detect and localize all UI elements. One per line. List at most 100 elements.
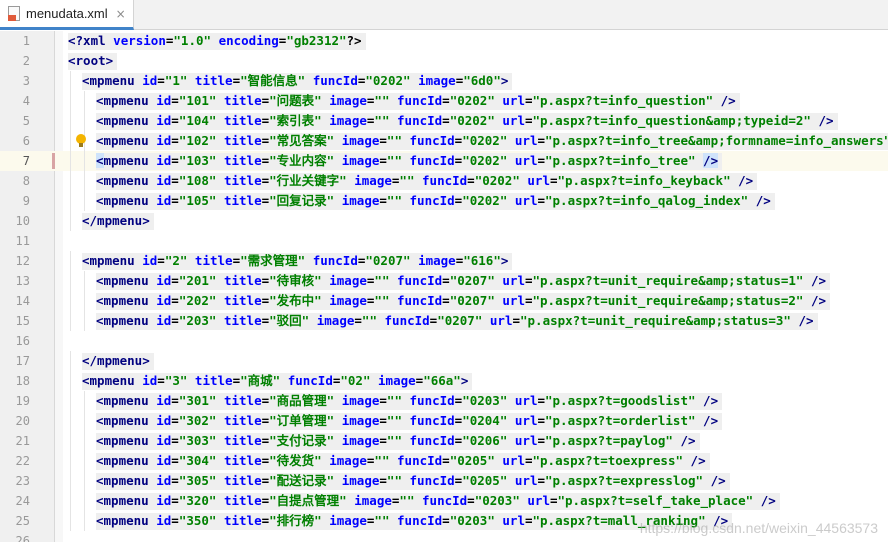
indent-guide bbox=[70, 291, 71, 311]
code-line[interactable]: 16 bbox=[0, 331, 888, 351]
indent-guide bbox=[70, 251, 71, 271]
code-line[interactable]: 24 <mpmenu id="320" title="自提点管理" image="… bbox=[0, 491, 888, 511]
line-number: 12 bbox=[15, 254, 30, 268]
line-number: 19 bbox=[15, 394, 30, 408]
indent-guide bbox=[84, 431, 85, 451]
code-text: <mpmenu id="104" title="索引表" image="" fu… bbox=[96, 113, 834, 128]
line-number: 9 bbox=[22, 194, 30, 208]
indent-guide bbox=[70, 311, 71, 331]
code-text: <mpmenu id="201" title="待审核" image="" fu… bbox=[96, 273, 827, 288]
change-marker bbox=[52, 153, 55, 169]
indent-guide bbox=[70, 91, 71, 111]
code-text: <root> bbox=[68, 53, 114, 68]
code-text: <mpmenu id="103" title="专业内容" image="" f… bbox=[96, 153, 719, 168]
line-number: 8 bbox=[22, 174, 30, 188]
code-line[interactable]: 19 <mpmenu id="301" title="商品管理" image=""… bbox=[0, 391, 888, 411]
code-line[interactable]: 8 <mpmenu id="108" title="行业关键字" image=""… bbox=[0, 171, 888, 191]
code-line[interactable]: 18 <mpmenu id="3" title="商城" funcId="02" … bbox=[0, 371, 888, 391]
indent-guide bbox=[84, 311, 85, 331]
indent-guide bbox=[84, 451, 85, 471]
indent-guide bbox=[70, 371, 71, 391]
code-line[interactable]: 7 <mpmenu id="103" title="专业内容" image="" … bbox=[0, 151, 888, 171]
code-line[interactable]: 22 <mpmenu id="304" title="待发货" image="" … bbox=[0, 451, 888, 471]
code-text: <?xml version="1.0" encoding="gb2312"?> bbox=[68, 33, 362, 48]
code-text: <mpmenu id="1" title="智能信息" funcId="0202… bbox=[82, 73, 509, 88]
lightbulb-icon[interactable] bbox=[76, 134, 86, 147]
code-line[interactable]: 21 <mpmenu id="303" title="支付记录" image=""… bbox=[0, 431, 888, 451]
line-number: 22 bbox=[15, 454, 30, 468]
code-line[interactable]: 20 <mpmenu id="302" title="订单管理" image=""… bbox=[0, 411, 888, 431]
indent-guide bbox=[84, 171, 85, 191]
line-number: 14 bbox=[15, 294, 30, 308]
indent-guide bbox=[70, 411, 71, 431]
code-text: <mpmenu id="3" title="商城" funcId="02" im… bbox=[82, 373, 469, 388]
code-line[interactable]: 9 <mpmenu id="105" title="回复记录" image="" … bbox=[0, 191, 888, 211]
indent-guide bbox=[84, 411, 85, 431]
code-text: <mpmenu id="301" title="商品管理" image="" f… bbox=[96, 393, 719, 408]
code-text: <mpmenu id="305" title="配送记录" image="" f… bbox=[96, 473, 726, 488]
code-text: <mpmenu id="320" title="自提点管理" image="" … bbox=[96, 493, 776, 508]
line-number: 16 bbox=[15, 334, 30, 348]
indent-guide bbox=[70, 391, 71, 411]
line-number: 13 bbox=[15, 274, 30, 288]
code-line[interactable]: 10 </mpmenu> bbox=[0, 211, 888, 231]
code-line[interactable]: 1 <?xml version="1.0" encoding="gb2312"?> bbox=[0, 31, 888, 51]
code-text: <mpmenu id="350" title="排行榜" image="" fu… bbox=[96, 513, 729, 528]
code-text: <mpmenu id="102" title="常见答案" image="" f… bbox=[96, 133, 888, 148]
indent-guide bbox=[70, 191, 71, 211]
line-number: 15 bbox=[15, 314, 30, 328]
indent-guide bbox=[84, 291, 85, 311]
indent-guide bbox=[84, 151, 85, 171]
code-text: <mpmenu id="108" title="行业关键字" image="" … bbox=[96, 173, 754, 188]
line-number: 20 bbox=[15, 414, 30, 428]
code-line[interactable]: 12 <mpmenu id="2" title="需求管理" funcId="02… bbox=[0, 251, 888, 271]
tab-filename: menudata.xml bbox=[26, 6, 108, 21]
code-text: <mpmenu id="203" title="驳回" image="" fun… bbox=[96, 313, 814, 328]
indent-guide bbox=[70, 111, 71, 131]
code-line[interactable]: 5 <mpmenu id="104" title="索引表" image="" f… bbox=[0, 111, 888, 131]
line-number: 10 bbox=[15, 214, 30, 228]
close-icon[interactable]: × bbox=[116, 7, 126, 21]
line-number: 18 bbox=[15, 374, 30, 388]
code-text: <mpmenu id="101" title="问题表" image="" fu… bbox=[96, 93, 736, 108]
indent-guide bbox=[70, 151, 71, 171]
indent-guide bbox=[70, 451, 71, 471]
code-text: <mpmenu id="302" title="订单管理" image="" f… bbox=[96, 413, 719, 428]
indent-guide bbox=[70, 211, 71, 231]
indent-guide bbox=[70, 271, 71, 291]
code-line[interactable]: 13 <mpmenu id="201" title="待审核" image="" … bbox=[0, 271, 888, 291]
indent-guide bbox=[84, 511, 85, 531]
code-line[interactable]: 2 <root> bbox=[0, 51, 888, 71]
code-line[interactable]: 15 <mpmenu id="203" title="驳回" image="" f… bbox=[0, 311, 888, 331]
line-number: 1 bbox=[22, 34, 30, 48]
tab-menudata-xml[interactable]: menudata.xml × bbox=[0, 0, 134, 30]
line-number: 23 bbox=[15, 474, 30, 488]
indent-guide bbox=[70, 351, 71, 371]
indent-guide bbox=[84, 91, 85, 111]
indent-guide bbox=[84, 491, 85, 511]
code-line[interactable]: 14 <mpmenu id="202" title="发布中" image="" … bbox=[0, 291, 888, 311]
line-number: 17 bbox=[15, 354, 30, 368]
code-editor[interactable]: 1 <?xml version="1.0" encoding="gb2312"?>… bbox=[0, 31, 888, 542]
indent-guide bbox=[84, 391, 85, 411]
indent-guide bbox=[70, 511, 71, 531]
indent-guide bbox=[70, 491, 71, 511]
line-number: 24 bbox=[15, 494, 30, 508]
code-text: <mpmenu id="105" title="回复记录" image="" f… bbox=[96, 193, 771, 208]
code-line[interactable]: 23 <mpmenu id="305" title="配送记录" image=""… bbox=[0, 471, 888, 491]
code-line[interactable]: 6 <mpmenu id="102" title="常见答案" image="" … bbox=[0, 131, 888, 151]
line-number: 6 bbox=[22, 134, 30, 148]
indent-guide bbox=[84, 471, 85, 491]
line-number: 26 bbox=[15, 534, 30, 542]
code-text: <mpmenu id="2" title="需求管理" funcId="0207… bbox=[82, 253, 509, 268]
code-line[interactable]: 11 bbox=[0, 231, 888, 251]
line-number: 3 bbox=[22, 74, 30, 88]
code-line[interactable]: 3 <mpmenu id="1" title="智能信息" funcId="020… bbox=[0, 71, 888, 91]
indent-guide bbox=[84, 191, 85, 211]
code-line[interactable]: 17 </mpmenu> bbox=[0, 351, 888, 371]
code-text: <mpmenu id="304" title="待发货" image="" fu… bbox=[96, 453, 706, 468]
line-number: 21 bbox=[15, 434, 30, 448]
indent-guide bbox=[70, 131, 71, 151]
code-line[interactable]: 4 <mpmenu id="101" title="问题表" image="" f… bbox=[0, 91, 888, 111]
code-text: </mpmenu> bbox=[82, 213, 150, 228]
